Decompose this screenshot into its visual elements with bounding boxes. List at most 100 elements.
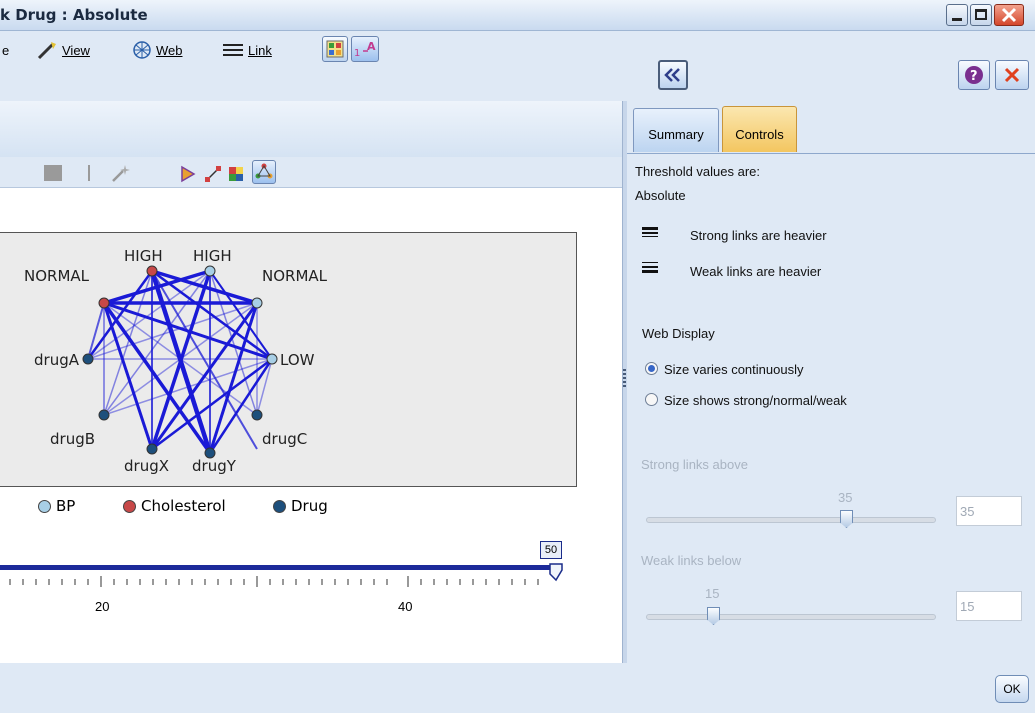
maximize-icon bbox=[975, 9, 987, 20]
label-normal-left: NORMAL bbox=[24, 267, 90, 285]
view-label: View bbox=[62, 42, 90, 58]
slider-track[interactable] bbox=[0, 565, 556, 570]
bp-dot-icon bbox=[38, 499, 51, 513]
toolbar-partial-label: e bbox=[2, 42, 10, 58]
tick-label-40: 40 bbox=[398, 599, 413, 614]
strong-heavier-option[interactable]: Strong links are heavier bbox=[690, 228, 827, 243]
weak-value-input[interactable]: 15 bbox=[956, 591, 1022, 621]
label-drugc: drugC bbox=[262, 430, 308, 448]
label-high-right: HIGH bbox=[193, 247, 232, 265]
close-button[interactable] bbox=[995, 60, 1029, 90]
select-arrow-icon[interactable] bbox=[180, 165, 198, 183]
label-druga: drugA bbox=[34, 351, 79, 369]
tab-summary[interactable]: Summary bbox=[633, 108, 719, 152]
node-drugx[interactable] bbox=[146, 443, 158, 455]
weak-below-label: Weak links below bbox=[641, 553, 742, 568]
separator-icon bbox=[88, 165, 90, 181]
threshold-value: Absolute bbox=[635, 188, 686, 203]
link-menu[interactable]: Link bbox=[222, 38, 272, 62]
tab-controls[interactable]: Controls bbox=[722, 106, 797, 152]
close-icon bbox=[1001, 7, 1017, 23]
size-snw-label: Size shows strong/normal/weak bbox=[664, 393, 847, 408]
slider-value-label: 50 bbox=[540, 541, 562, 559]
strong-value-input[interactable]: 35 bbox=[956, 496, 1022, 526]
label-high-left: HIGH bbox=[124, 247, 163, 265]
minimize-button[interactable] bbox=[946, 4, 968, 26]
node-drugc[interactable] bbox=[251, 409, 263, 421]
node-drugb[interactable] bbox=[98, 409, 110, 421]
ok-button[interactable]: OK bbox=[995, 675, 1029, 703]
web-label: Web bbox=[156, 42, 183, 58]
svg-text:1: 1 bbox=[354, 48, 360, 59]
svg-text:A: A bbox=[367, 40, 376, 53]
sort-button[interactable]: 1A bbox=[351, 36, 379, 62]
tab-summary-label: Summary bbox=[648, 127, 704, 142]
minimize-icon bbox=[952, 18, 962, 21]
close-icon bbox=[1004, 67, 1020, 83]
link-line bbox=[87, 270, 211, 360]
node-low-bp[interactable] bbox=[266, 353, 278, 365]
link-tool-icon[interactable] bbox=[204, 165, 222, 183]
web-icon bbox=[133, 41, 151, 59]
node-normal-cholesterol[interactable] bbox=[98, 297, 110, 309]
label-drugy: drugY bbox=[192, 457, 236, 475]
tick-label-20: 20 bbox=[95, 599, 110, 614]
link-label: Link bbox=[248, 42, 272, 58]
title-bar: k Drug : Absolute bbox=[0, 0, 1035, 31]
question-icon: ? bbox=[965, 66, 983, 84]
strong-slider-track[interactable] bbox=[646, 517, 936, 523]
maximize-button[interactable] bbox=[970, 4, 992, 26]
link-line bbox=[87, 302, 105, 360]
strong-slider-value: 35 bbox=[838, 490, 853, 505]
help-button[interactable]: ? bbox=[958, 60, 990, 90]
strong-above-label: Strong links above bbox=[641, 457, 748, 472]
collapse-panel-button[interactable] bbox=[658, 60, 688, 90]
output-header bbox=[0, 101, 622, 158]
node-normal-bp[interactable] bbox=[251, 297, 263, 309]
wand-icon bbox=[37, 42, 56, 60]
legend-item-cholesterol: Cholesterol bbox=[123, 497, 226, 515]
splitter-grip-icon bbox=[623, 369, 626, 389]
toolbar-partial-item[interactable]: e bbox=[2, 38, 9, 62]
weak-slider-value: 15 bbox=[705, 586, 720, 601]
link-line bbox=[103, 358, 273, 416]
weak-slider-track[interactable] bbox=[646, 614, 936, 620]
web-menu[interactable]: Web bbox=[132, 38, 183, 62]
label-drugb: drugB bbox=[50, 430, 96, 448]
label-low: LOW bbox=[280, 351, 315, 369]
lines-icon bbox=[223, 44, 243, 56]
legend-label: BP bbox=[56, 497, 76, 515]
size-continuous-label: Size varies continuously bbox=[664, 362, 804, 377]
node-high-cholesterol[interactable] bbox=[146, 265, 158, 277]
svg-text:?: ? bbox=[970, 69, 978, 84]
label-normal-right: NORMAL bbox=[262, 267, 328, 285]
threshold-label: Threshold values are: bbox=[635, 164, 761, 179]
legend-item-drug: Drug bbox=[273, 497, 328, 515]
node-druga[interactable] bbox=[82, 353, 94, 365]
sparkle-wand-icon[interactable] bbox=[110, 163, 130, 183]
node-high-bp[interactable] bbox=[204, 265, 216, 277]
tab-controls-label: Controls bbox=[735, 127, 784, 142]
window-close-button[interactable] bbox=[994, 4, 1024, 26]
size-snw-radio[interactable] bbox=[645, 393, 658, 406]
weak-heavier-option[interactable]: Weak links are heavier bbox=[690, 264, 821, 279]
cholesterol-dot-icon bbox=[123, 499, 136, 513]
footer bbox=[0, 663, 1035, 713]
color-palette-icon[interactable] bbox=[228, 165, 246, 183]
layout-button[interactable] bbox=[252, 160, 276, 184]
label-drugx: drugX bbox=[124, 457, 169, 475]
legend-label: Cholesterol bbox=[141, 497, 226, 515]
legend-item-bp: BP bbox=[38, 497, 75, 515]
web-display-heading: Web Display bbox=[642, 326, 715, 341]
link-line bbox=[102, 302, 154, 450]
view-menu[interactable]: View bbox=[36, 38, 90, 62]
graph-toolbar bbox=[0, 157, 622, 188]
slider-ticks bbox=[9, 576, 539, 587]
drug-dot-icon bbox=[273, 499, 286, 513]
table-button[interactable] bbox=[322, 36, 348, 62]
stop-icon[interactable] bbox=[44, 165, 62, 181]
web-graph[interactable]: HIGH HIGH NORMAL NORMAL drugA LOW drugB … bbox=[0, 232, 577, 487]
size-continuous-radio[interactable] bbox=[645, 362, 658, 375]
sort-icon: 1A bbox=[354, 40, 376, 59]
window-title: k Drug : Absolute bbox=[0, 6, 148, 24]
